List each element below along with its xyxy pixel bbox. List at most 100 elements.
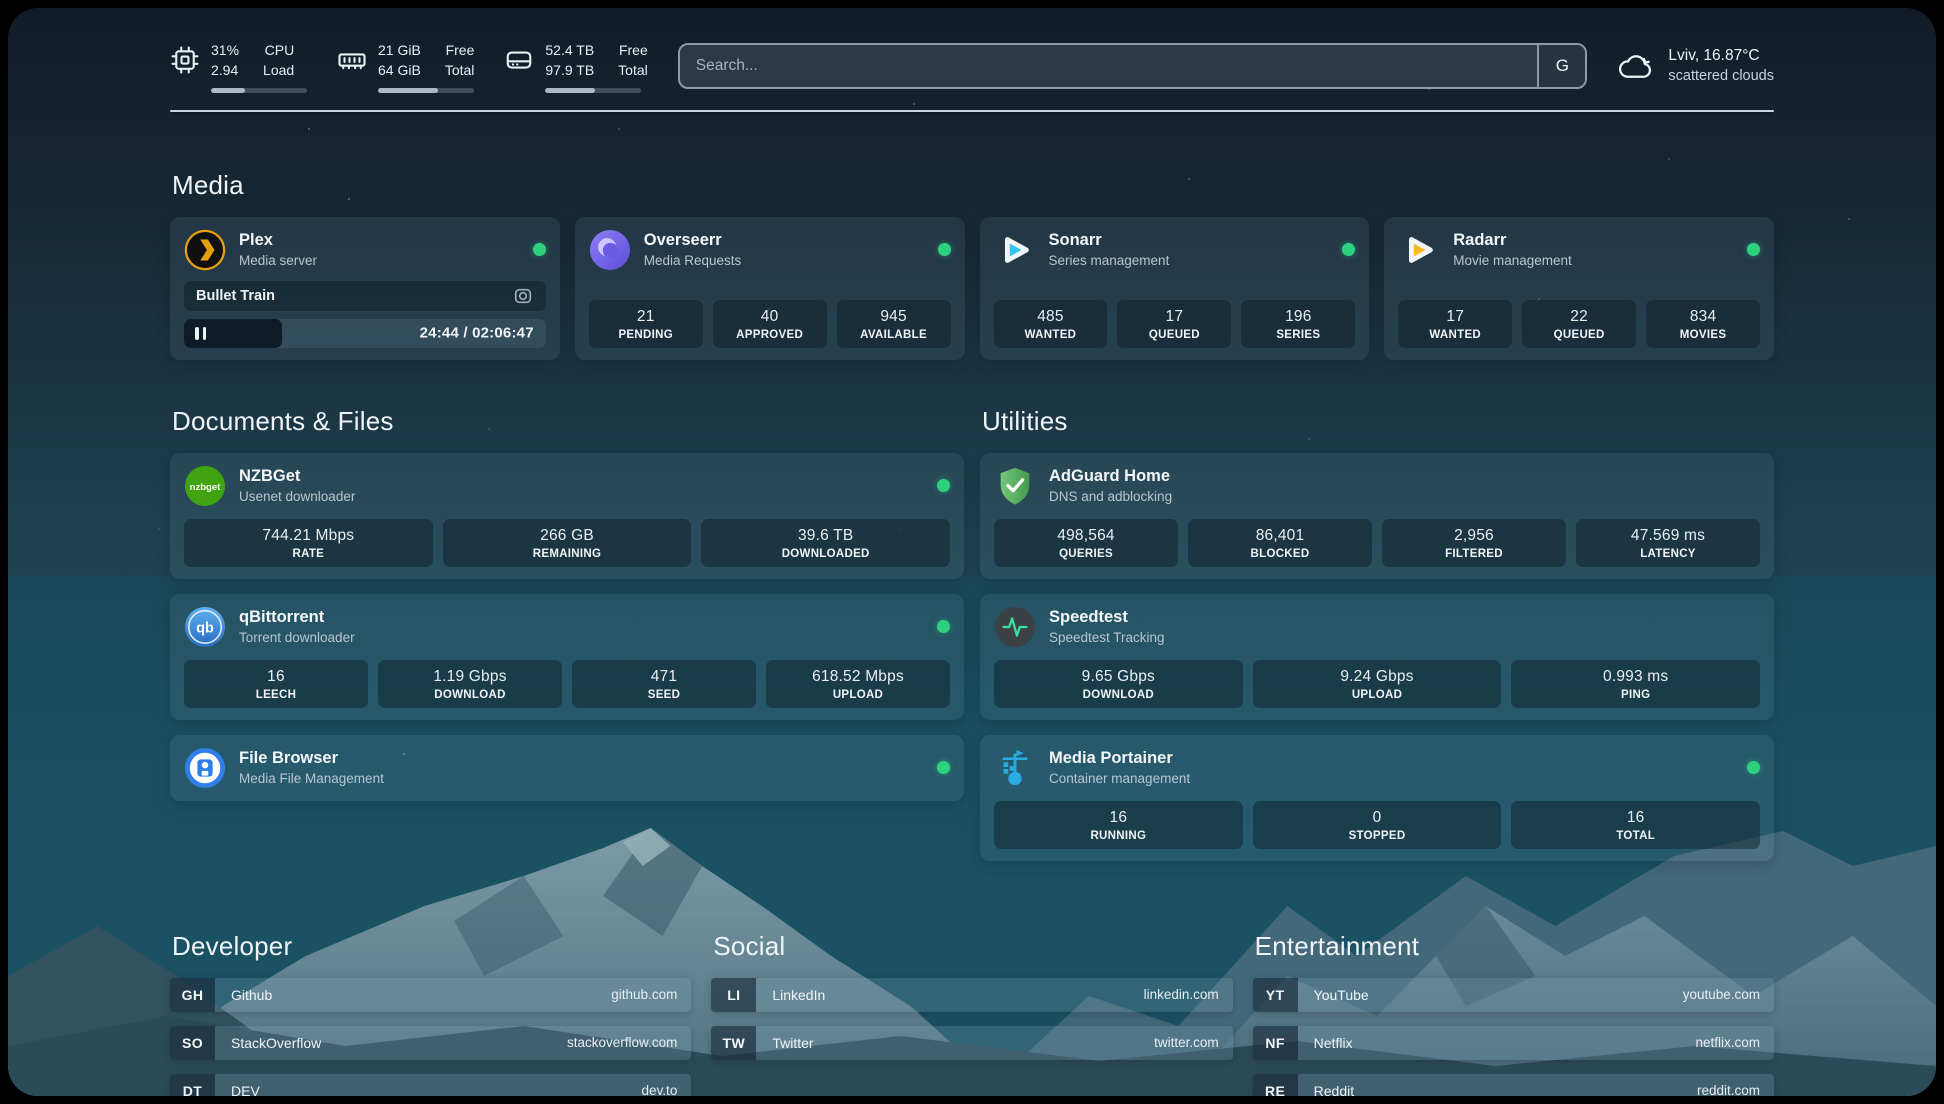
cpu-chip-icon	[170, 45, 200, 75]
link-url: reddit.com	[1697, 1083, 1760, 1096]
app-name: Media Portainer	[1049, 748, 1190, 769]
link-twitter[interactable]: TW Twitter twitter.com	[711, 1026, 1232, 1060]
stat-box: 0.993 ms PING	[1511, 660, 1760, 708]
link-url: dev.to	[642, 1083, 678, 1096]
cpu-load-value: 2.94	[211, 60, 239, 80]
speedtest-card[interactable]: Speedtest Speedtest Tracking 9.65 Gbps D…	[980, 594, 1774, 720]
stat-value: 9.24 Gbps	[1257, 668, 1498, 686]
pause-icon[interactable]	[195, 327, 206, 340]
filebrowser-card[interactable]: File Browser Media File Management	[170, 735, 964, 801]
section-title-documents: Documents & Files	[172, 406, 964, 437]
stat-box: 744.21 Mbps RATE	[184, 519, 433, 567]
stat-box: 498,564 QUERIES	[994, 519, 1178, 567]
memory-progress-fill	[378, 88, 438, 93]
stat-label: LEECH	[188, 689, 364, 701]
stat-box: 16 TOTAL	[1511, 801, 1760, 849]
stat-value: 945	[841, 308, 947, 326]
adguard-icon	[994, 465, 1036, 507]
link-github[interactable]: GH Github github.com	[170, 978, 691, 1012]
stat-value: 86,401	[1192, 527, 1368, 545]
stat-label: QUEUED	[1526, 329, 1632, 341]
stat-value: 22	[1526, 308, 1632, 326]
plex-icon	[184, 229, 226, 271]
weather-location-temp: Lviv, 16.87°C	[1668, 46, 1774, 67]
status-dot	[937, 761, 950, 774]
status-dot	[1747, 243, 1760, 256]
app-desc: DNS and adblocking	[1049, 488, 1172, 506]
stat-label: WANTED	[998, 329, 1104, 341]
stat-label: AVAILABLE	[841, 329, 947, 341]
app-desc: Container management	[1049, 770, 1190, 788]
section-documents: Documents & Files nzbget NZBGet Usenet d…	[170, 406, 964, 861]
weather-widget[interactable]: Lviv, 16.87°C scattered clouds	[1617, 46, 1774, 86]
stat-value: 834	[1650, 308, 1756, 326]
disk-progress-fill	[545, 88, 595, 93]
qbittorrent-card[interactable]: qb qBittorrent Torrent downloader 16	[170, 594, 964, 720]
cpu-load-label: Load	[263, 60, 294, 80]
sonarr-icon	[994, 229, 1036, 271]
stat-value: 17	[1402, 308, 1508, 326]
stat-label: LATENCY	[1580, 548, 1756, 560]
stat-box: 22 QUEUED	[1522, 300, 1636, 348]
stat-box: 196 SERIES	[1241, 300, 1355, 348]
link-abbr-badge: TW	[711, 1026, 756, 1060]
link-name: LinkedIn	[772, 987, 825, 1003]
stat-value: 47.569 ms	[1580, 527, 1756, 545]
stat-box: 0 STOPPED	[1253, 801, 1502, 849]
player-progress-bar: 24:44 / 02:06:47	[184, 319, 546, 348]
adguard-card[interactable]: AdGuard Home DNS and adblocking 498,564 …	[980, 453, 1774, 579]
search-input[interactable]	[680, 45, 1538, 87]
link-linkedin[interactable]: LI LinkedIn linkedin.com	[711, 978, 1232, 1012]
disk-total-label: Total	[618, 60, 648, 80]
sonarr-card[interactable]: Sonarr Series management 485 WANTED 17 Q…	[980, 217, 1370, 360]
link-abbr-badge: DT	[170, 1074, 215, 1096]
nzbget-card[interactable]: nzbget NZBGet Usenet downloader 744.21 M…	[170, 453, 964, 579]
stat-box: 39.6 TB DOWNLOADED	[701, 519, 950, 567]
app-desc: Movie management	[1453, 252, 1572, 270]
header-divider	[170, 110, 1774, 112]
hard-drive-icon	[504, 45, 534, 75]
link-youtube[interactable]: YT YouTube youtube.com	[1253, 978, 1774, 1012]
section-media: Media Plex Media server	[170, 170, 1774, 360]
cpu-progress-fill	[211, 88, 245, 93]
link-reddit[interactable]: RE Reddit reddit.com	[1253, 1074, 1774, 1096]
link-url: linkedin.com	[1144, 987, 1219, 1002]
stat-value: 0	[1257, 809, 1498, 827]
stat-value: 39.6 TB	[705, 527, 946, 545]
status-dot	[937, 479, 950, 492]
stat-value: 16	[998, 809, 1239, 827]
link-netflix[interactable]: NF Netflix netflix.com	[1253, 1026, 1774, 1060]
filebrowser-icon	[184, 747, 226, 789]
section-title-entertainment: Entertainment	[1255, 931, 1774, 962]
overseerr-card[interactable]: Overseerr Media Requests 21 PENDING 40 A…	[575, 217, 965, 360]
stat-box: 16 RUNNING	[994, 801, 1243, 849]
portainer-card[interactable]: Media Portainer Container management 16 …	[980, 735, 1774, 861]
stat-value: 618.52 Mbps	[770, 668, 946, 686]
disk-progress-track	[545, 88, 641, 93]
app-desc: Media Requests	[644, 252, 742, 270]
plex-card[interactable]: Plex Media server Bullet Train	[170, 217, 560, 360]
search-engine-button[interactable]: G	[1537, 45, 1585, 87]
stat-value: 9.65 Gbps	[998, 668, 1239, 686]
stat-value: 40	[717, 308, 823, 326]
stat-value: 744.21 Mbps	[188, 527, 429, 545]
stat-label: DOWNLOAD	[998, 689, 1239, 701]
cpu-widget: 31% 2.94 CPU Load	[170, 40, 307, 93]
stat-label: UPLOAD	[1257, 689, 1498, 701]
link-url: stackoverflow.com	[567, 1035, 677, 1050]
stat-box: 2,956 FILTERED	[1382, 519, 1566, 567]
stat-value: 16	[188, 668, 364, 686]
stat-box: 471 SEED	[572, 660, 756, 708]
stat-label: UPLOAD	[770, 689, 946, 701]
radarr-card[interactable]: Radarr Movie management 17 WANTED 22 QUE…	[1384, 217, 1774, 360]
section-title-utilities: Utilities	[982, 406, 1774, 437]
app-name: Speedtest	[1049, 607, 1165, 628]
link-dev[interactable]: DT DEV dev.to	[170, 1074, 691, 1096]
stat-value: 1.19 Gbps	[382, 668, 558, 686]
link-stackoverflow[interactable]: SO StackOverflow stackoverflow.com	[170, 1026, 691, 1060]
link-name: YouTube	[1314, 987, 1369, 1003]
stat-box: 21 PENDING	[589, 300, 703, 348]
status-dot	[533, 243, 546, 256]
stat-box: 9.24 Gbps UPLOAD	[1253, 660, 1502, 708]
svg-text:qb: qb	[196, 620, 214, 636]
